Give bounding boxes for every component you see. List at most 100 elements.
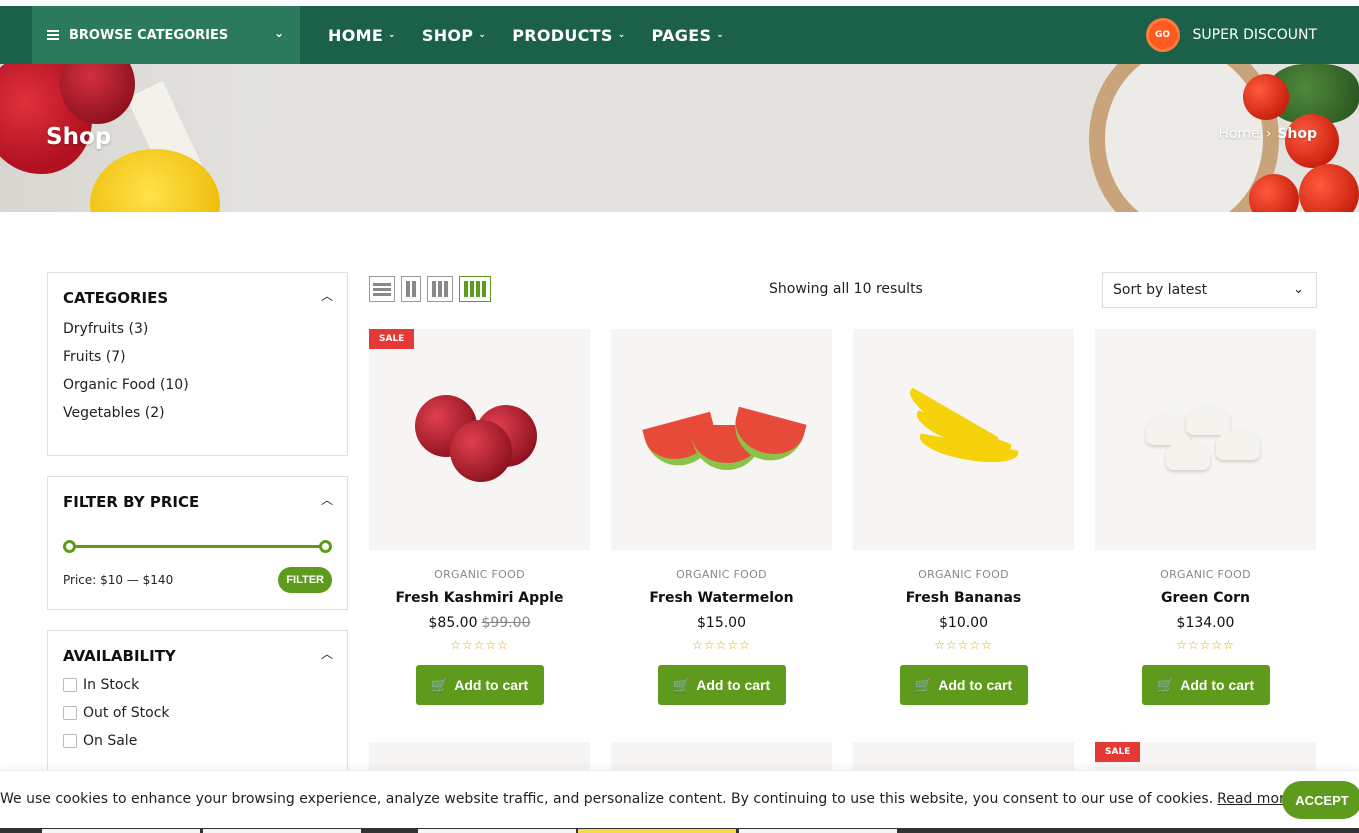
- availability-title: AVAILABILITY: [63, 647, 176, 665]
- add-to-cart-button[interactable]: 🛒 Add to cart: [657, 665, 786, 705]
- apple-image: [414, 394, 545, 485]
- caret-down-icon: ⌄: [478, 30, 487, 40]
- tomato-image: [1249, 174, 1299, 212]
- list-view-icon[interactable]: [369, 276, 395, 302]
- category-list: Dryfruits (3) Fruits (7) Organic Food (1…: [63, 321, 332, 421]
- product-card: ORGANIC FOOD Fresh Bananas $10.00 ☆☆☆☆☆ …: [853, 329, 1074, 705]
- rating-stars-icon: ☆☆☆☆☆: [1176, 638, 1235, 652]
- categories-widget: CATEGORIES ︿ Dryfruits (3) Fruits (7) Or…: [47, 272, 348, 456]
- chevron-up-icon[interactable]: ︿: [321, 287, 333, 304]
- view-bar: [444, 281, 448, 297]
- menu-item-products[interactable]: PRODUCTS ⌄: [512, 26, 625, 45]
- sale-badge: SALE: [369, 329, 415, 349]
- category-item[interactable]: Fruits (7): [63, 349, 332, 365]
- breadcrumb-current: Shop: [1277, 126, 1317, 142]
- hamburger-icon: [47, 30, 59, 40]
- price-slider-max-handle[interactable]: [319, 540, 332, 553]
- availability-widget: AVAILABILITY ︿ In Stock Out of Stock On …: [47, 630, 348, 790]
- product-image[interactable]: SALE: [369, 329, 590, 550]
- availability-option[interactable]: On Sale: [63, 733, 332, 749]
- availability-option[interactable]: Out of Stock: [63, 705, 332, 721]
- product-card: SALE ORGANIC FOOD Fresh Kashmiri Apple $…: [369, 329, 590, 705]
- sort-selected-value: Sort by latest: [1113, 282, 1208, 298]
- taskbar-item[interactable]: [739, 829, 897, 833]
- breadcrumb-separator-icon: ›: [1265, 126, 1272, 142]
- rating-stars-icon: ☆☆☆☆☆: [450, 638, 509, 652]
- price-slider-min-handle[interactable]: [63, 540, 76, 553]
- cart-icon: 🛒: [430, 676, 449, 693]
- accept-cookies-button[interactable]: ACCEPT: [1282, 781, 1359, 819]
- taskbar-item[interactable]: [203, 829, 361, 833]
- taskbar-item[interactable]: [578, 829, 736, 833]
- add-to-cart-button[interactable]: 🛒 Add to cart: [1141, 665, 1270, 705]
- product-category: ORGANIC FOOD: [434, 568, 525, 581]
- results-count: Showing all 10 results: [769, 281, 923, 297]
- sort-select[interactable]: Sort by latest ⌄: [1102, 272, 1317, 308]
- primary-menu: HOME ⌄ SHOP ⌄ PRODUCTS ⌄ PAGES ⌄: [328, 6, 750, 64]
- menu-item-label: PAGES: [651, 25, 712, 45]
- mushroom-shape: [1165, 439, 1210, 470]
- availability-label: Out of Stock: [83, 705, 170, 721]
- product-image[interactable]: [853, 329, 1074, 550]
- tomato-image: [1299, 164, 1359, 212]
- cart-icon: 🛒: [672, 676, 691, 693]
- product-name[interactable]: Green Corn: [1095, 590, 1316, 606]
- chevron-up-icon[interactable]: ︿: [321, 645, 333, 662]
- current-price: $85.00: [428, 615, 478, 631]
- taskbar-item[interactable]: [418, 829, 576, 833]
- menu-item-shop[interactable]: SHOP ⌄: [422, 26, 486, 45]
- menu-item-label: SHOP: [421, 25, 474, 45]
- view-bar: [412, 281, 416, 297]
- category-item[interactable]: Dryfruits (3): [63, 321, 332, 337]
- product-name[interactable]: Fresh Kashmiri Apple: [369, 590, 590, 606]
- sale-badge: SALE: [1095, 742, 1141, 762]
- price-filter-widget: FILTER BY PRICE ︿ Price: $10 — $140 FILT…: [47, 476, 348, 610]
- filter-button[interactable]: FILTER: [278, 567, 332, 593]
- caret-down-icon: ⌄: [716, 30, 725, 40]
- product-image[interactable]: [611, 329, 832, 550]
- add-to-cart-button[interactable]: 🛒 Add to cart: [899, 665, 1028, 705]
- menu-item-label: PRODUCTS: [512, 25, 613, 45]
- checkbox[interactable]: [63, 706, 77, 720]
- view-bar: [482, 281, 486, 297]
- checkbox[interactable]: [63, 734, 77, 748]
- breadcrumb-home-link[interactable]: Home: [1218, 126, 1259, 142]
- chevron-up-icon[interactable]: ︿: [321, 491, 333, 508]
- category-item[interactable]: Vegetables (2): [63, 405, 332, 421]
- grid-3-view-icon[interactable]: [427, 276, 453, 302]
- lemon-image: [90, 149, 220, 212]
- mushroom-image: [1145, 404, 1266, 475]
- rating-stars-icon: ☆☆☆☆☆: [934, 638, 993, 652]
- availability-option[interactable]: In Stock: [63, 677, 332, 693]
- price-row: Price: $10 — $140 FILTER: [63, 567, 332, 593]
- apple-shape: [449, 419, 512, 482]
- go-badge-icon: GO: [1148, 21, 1177, 49]
- product-image[interactable]: [1095, 329, 1316, 550]
- product-card: ORGANIC FOOD Fresh Watermelon $15.00 ☆☆☆…: [611, 329, 832, 705]
- view-switcher: [369, 276, 491, 302]
- view-bar: [406, 281, 410, 297]
- grid-2-view-icon[interactable]: [401, 276, 421, 302]
- checkbox[interactable]: [63, 678, 77, 692]
- product-name[interactable]: Fresh Bananas: [853, 590, 1074, 606]
- menu-item-home[interactable]: HOME ⌄: [328, 26, 396, 45]
- view-bar: [373, 282, 391, 286]
- menu-item-pages[interactable]: PAGES ⌄: [652, 26, 725, 45]
- product-price: $134.00: [1095, 615, 1316, 631]
- add-to-cart-label: Add to cart: [1180, 677, 1255, 693]
- super-discount-link[interactable]: GO SUPER DISCOUNT: [1148, 6, 1317, 64]
- category-item[interactable]: Organic Food (10): [63, 377, 332, 393]
- view-bar: [438, 281, 442, 297]
- view-bar: [476, 281, 480, 297]
- add-to-cart-button[interactable]: 🛒 Add to cart: [415, 665, 544, 705]
- taskbar-item[interactable]: [42, 829, 200, 833]
- browse-categories-button[interactable]: BROWSE CATEGORIES ⌄: [32, 6, 300, 64]
- product-name[interactable]: Fresh Watermelon: [611, 590, 832, 606]
- rating-stars-icon: ☆☆☆☆☆: [692, 638, 751, 652]
- caret-down-icon: ⌄: [617, 30, 626, 40]
- view-bar: [464, 281, 468, 297]
- grid-4-view-icon[interactable]: [459, 276, 491, 302]
- banner-left-image: [0, 64, 265, 212]
- price-slider[interactable]: [63, 539, 332, 553]
- page-title: Shop: [46, 124, 112, 150]
